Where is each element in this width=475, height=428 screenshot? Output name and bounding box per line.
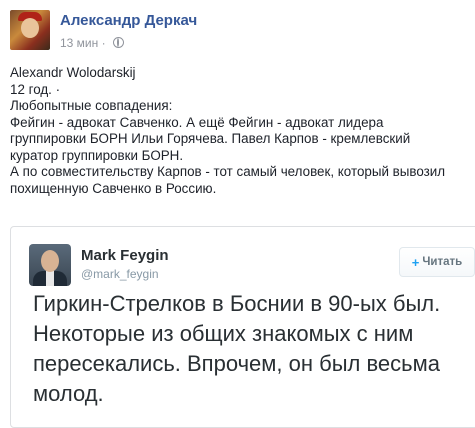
tweet-line: Некоторые из общих знакомых с ним <box>33 321 414 346</box>
post-line: Любопытные совпадения: <box>10 98 173 113</box>
post-line: А по совместительству Карпов - тот самый… <box>10 164 446 179</box>
tweet-line: Гиркин-Стрелков в Боснии в 90-ых был. <box>33 291 441 316</box>
post-line: группировки БОРН Ильи Горячева. Павел Ка… <box>10 131 411 146</box>
post-line: похищенную Савченко в Россию. <box>10 180 217 196</box>
post-timestamp[interactable]: 13 мин <box>60 36 98 50</box>
post-meta: 13 мин · <box>60 36 124 50</box>
post-line: куратор группировки БОРН. <box>10 147 184 163</box>
tweet-text: Гиркин-Стрелков в Боснии в 90-ых был. Не… <box>33 289 473 409</box>
avatar-shirt <box>46 271 54 286</box>
post-author-name[interactable]: Александр Деркач <box>60 12 197 29</box>
post-body: Alexandr Wolodarskij 12 год. · Любопытны… <box>10 65 470 197</box>
embedded-tweet-card[interactable]: Mark Feygin @mark_feygin + Читать Гиркин… <box>10 226 475 428</box>
tweet-author-avatar[interactable] <box>29 244 71 286</box>
add-user-icon: + <box>411 254 420 270</box>
globe-icon[interactable] <box>112 37 124 48</box>
follow-button-label: Читать <box>422 256 463 268</box>
post-line: Alexandr Wolodarskij <box>10 65 136 80</box>
meta-separator: · <box>101 36 106 50</box>
post-line: 12 год. · <box>10 81 61 97</box>
tweet-author-handle[interactable]: @mark_feygin <box>81 267 159 281</box>
tweet-line: молод. <box>33 381 104 406</box>
follow-button[interactable]: + Читать <box>399 247 475 277</box>
avatar-face <box>21 18 39 38</box>
avatar-head <box>41 250 59 272</box>
tweet-author-name[interactable]: Mark Feygin <box>81 247 169 264</box>
post-line: Фейгин - адвокат Савченко. А ещё Фейгин … <box>10 114 384 130</box>
author-avatar[interactable] <box>10 10 50 50</box>
tweet-line: пересекались. Впрочем, он был весьма <box>33 351 440 376</box>
